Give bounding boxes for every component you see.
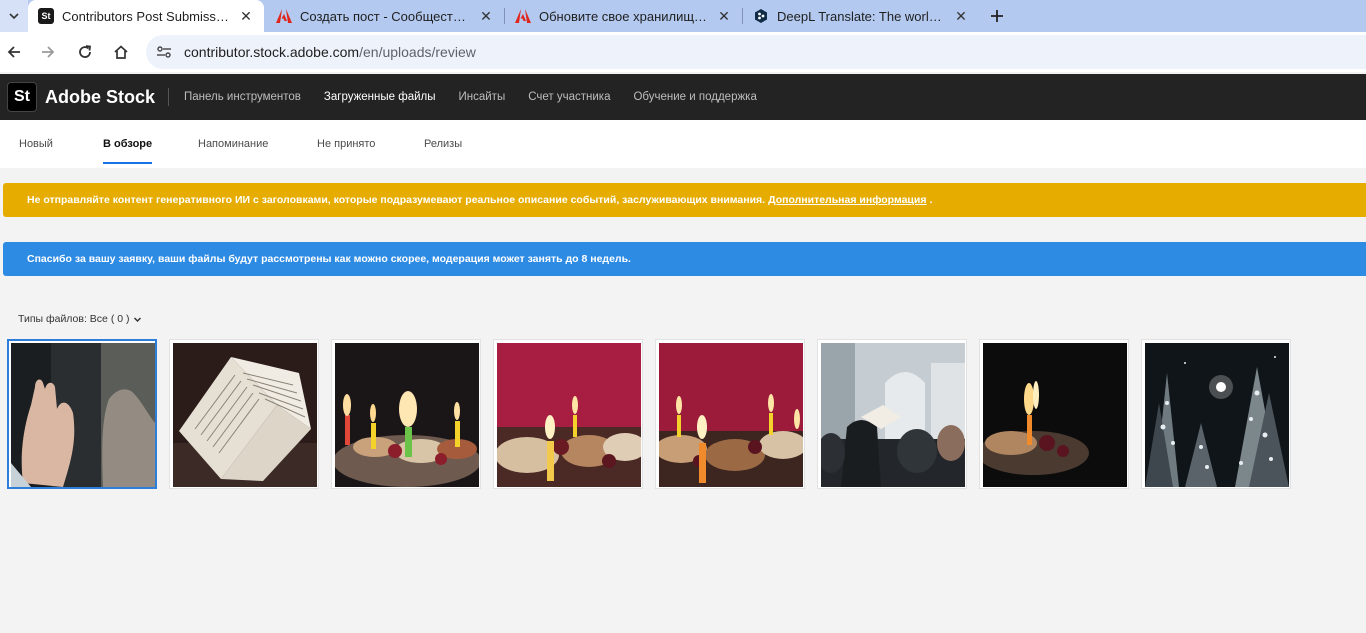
- nav-item-insights[interactable]: Инсайты: [459, 91, 506, 103]
- chevron-down-icon: [9, 13, 19, 20]
- tab-not-accepted[interactable]: Не принято: [317, 120, 375, 168]
- browser-toolbar: contributor.stock.adobe.com/en/uploads/r…: [0, 32, 1366, 72]
- nav-item-uploads[interactable]: Загруженные файлы: [324, 91, 436, 103]
- nav-item-account[interactable]: Счет участника: [528, 91, 610, 103]
- thumbnail-image: [11, 343, 155, 487]
- tab-in-review[interactable]: В обзоре: [103, 120, 153, 168]
- browser-tab-storage[interactable]: Обновите свое хранилище Cre ✕: [505, 0, 742, 32]
- thumbnail-crowd-blurred[interactable]: [817, 339, 967, 489]
- tab-title: Создать пост - Сообщество Ad: [300, 8, 470, 24]
- browser-tab-strip: St Contributors Post Submission - ✕ Созд…: [0, 0, 1366, 32]
- file-type-filter[interactable]: Типы файлов: Все ( 0 ): [18, 313, 142, 325]
- reload-icon: [79, 45, 92, 58]
- close-icon[interactable]: ✕: [238, 8, 254, 25]
- logo-badge: St: [7, 82, 37, 112]
- thumbnail-candles-dessert-red-2[interactable]: [655, 339, 805, 489]
- tab-new[interactable]: Новый: [19, 120, 53, 168]
- thumbnail-single-candle-dark[interactable]: [979, 339, 1129, 489]
- adobe-stock-logo[interactable]: St Adobe Stock: [7, 82, 155, 112]
- arrow-left-icon: [7, 46, 20, 58]
- browser-tab-contributors[interactable]: St Contributors Post Submission - ✕: [28, 0, 264, 32]
- generative-ai-warning-banner: Не отправляйте контент генеративного ИИ …: [3, 183, 1366, 217]
- close-icon[interactable]: ✕: [716, 8, 732, 25]
- tab-search-button[interactable]: [0, 0, 28, 32]
- close-icon[interactable]: ✕: [478, 8, 494, 25]
- url-host: contributor.stock.adobe.com: [184, 44, 360, 60]
- thumbnail-candles-dessert-dark[interactable]: [331, 339, 481, 489]
- info-text: Спасибо за вашу заявку, ваши файлы будут…: [27, 253, 631, 265]
- thumbnail-image: [821, 343, 965, 487]
- upload-status-tabs: Новый В обзоре Напоминание Не принято Ре…: [0, 120, 1366, 168]
- url-path: /en/uploads/review: [359, 44, 476, 60]
- new-tab-button[interactable]: [985, 0, 1009, 32]
- tab-title: Contributors Post Submission -: [62, 8, 230, 24]
- plus-icon: [991, 10, 1003, 22]
- logo-text: Adobe Stock: [45, 86, 156, 107]
- file-type-filter-label: Типы файлов: Все ( 0 ): [18, 313, 130, 325]
- adobe-stock-icon: St: [38, 8, 54, 24]
- url-text[interactable]: contributor.stock.adobe.com/en/uploads/r…: [184, 44, 476, 60]
- thumbnail-image: [659, 343, 803, 487]
- nav-item-learn-support[interactable]: Обучение и поддержка: [633, 91, 756, 103]
- warning-suffix: .: [929, 194, 933, 206]
- tab-title: DeepL Translate: The world's mo: [777, 8, 945, 24]
- back-button[interactable]: [2, 40, 26, 64]
- submission-info-banner: Спасибо за вашу заявку, ваши файлы будут…: [3, 242, 1366, 276]
- home-button[interactable]: [109, 40, 133, 64]
- browser-tab-deepl[interactable]: DeepL Translate: The world's mo ✕: [743, 0, 979, 32]
- thumbnail-image: [173, 343, 317, 487]
- main-nav: Панель инструментов Загруженные файлы Ин…: [184, 74, 780, 120]
- thumbnail-image: [335, 343, 479, 487]
- home-icon: [114, 45, 128, 59]
- adobe-icon: [276, 8, 292, 24]
- warning-text: Не отправляйте контент генеративного ИИ …: [27, 194, 766, 206]
- site-info-icon[interactable]: [154, 42, 174, 62]
- thumbnail-candles-dessert-red[interactable]: [493, 339, 643, 489]
- thumbnail-image: [497, 343, 641, 487]
- tab-reminder[interactable]: Напоминание: [198, 120, 268, 168]
- more-info-link[interactable]: Дополнительная информация: [768, 194, 926, 206]
- nav-item-dashboard[interactable]: Панель инструментов: [184, 91, 301, 103]
- site-header: St Adobe Stock Панель инструментов Загру…: [0, 74, 1366, 120]
- deepl-icon: [753, 8, 769, 24]
- forward-button[interactable]: [36, 40, 60, 64]
- tab-releases[interactable]: Релизы: [424, 120, 462, 168]
- reload-button[interactable]: [73, 40, 97, 64]
- header-divider: [168, 88, 169, 106]
- thumbnail-snowy-trees-night[interactable]: [1141, 339, 1291, 489]
- chevron-down-icon: [133, 315, 142, 324]
- thumbnail-image: [1145, 343, 1289, 487]
- adobe-icon: [515, 8, 531, 24]
- address-bar[interactable]: contributor.stock.adobe.com/en/uploads/r…: [146, 35, 1366, 69]
- arrow-right-icon: [42, 46, 55, 58]
- thumbnail-open-book[interactable]: [169, 339, 319, 489]
- thumbnail-praying-hands[interactable]: [7, 339, 157, 489]
- thumbnail-image: [983, 343, 1127, 487]
- thumbnail-grid: [7, 339, 1307, 491]
- close-icon[interactable]: ✕: [953, 8, 969, 25]
- browser-tab-community[interactable]: Создать пост - Сообщество Ad ✕: [266, 0, 504, 32]
- tab-title: Обновите свое хранилище Cre: [539, 8, 708, 24]
